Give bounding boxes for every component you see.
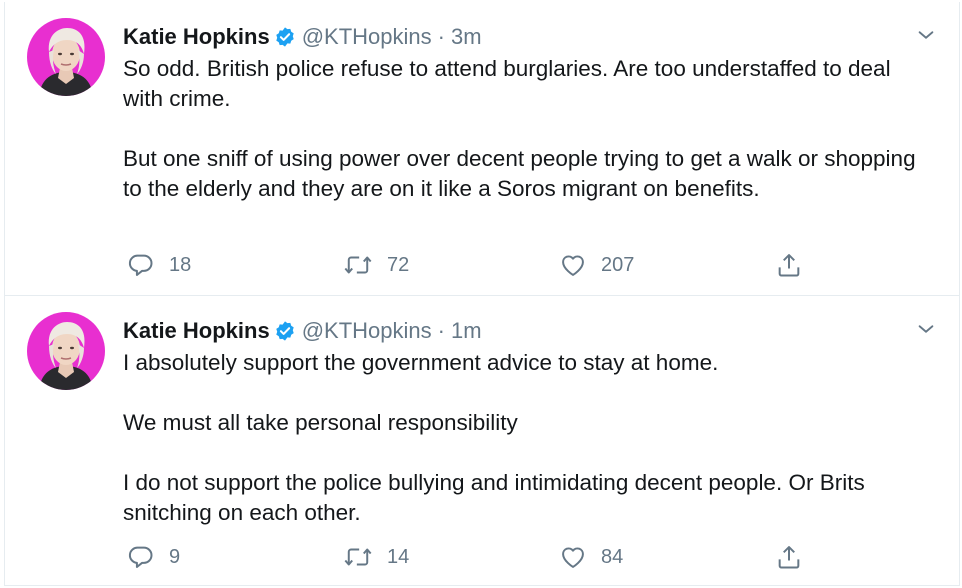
verified-badge-icon: [274, 320, 296, 350]
tweet-paragraph: So odd. British police refuse to attend …: [123, 56, 891, 111]
avatar[interactable]: [27, 18, 105, 96]
reply-icon: [127, 251, 155, 279]
tweet-header: Katie Hopkins @KTHopkins · 3m: [123, 22, 899, 52]
reply-count: 18: [169, 253, 192, 276]
tweet-text: I absolutely support the government advi…: [123, 348, 933, 528]
timestamp[interactable]: 1m: [451, 318, 482, 343]
tweet[interactable]: Katie Hopkins @KTHopkins · 1m I absolutely …: [5, 296, 959, 586]
chevron-down-icon[interactable]: [915, 318, 937, 340]
share-button[interactable]: [775, 540, 803, 574]
share-button[interactable]: [775, 248, 803, 282]
tweet-paragraph: I do not support the police bullying and…: [123, 470, 865, 525]
separator-dot: ·: [437, 24, 445, 49]
tweet-feed: Katie Hopkins @KTHopkins · 3m So odd. Briti…: [4, 2, 960, 586]
retweet-icon: [343, 251, 373, 279]
separator-dot: ·: [437, 318, 445, 343]
tweet-paragraph: We must all take personal responsibility: [123, 410, 518, 435]
retweet-icon: [343, 543, 373, 571]
reply-count: 9: [169, 545, 181, 568]
tweet[interactable]: Katie Hopkins @KTHopkins · 3m So odd. Briti…: [5, 2, 959, 296]
tweet-paragraph: I absolutely support the government advi…: [123, 350, 719, 375]
timestamp[interactable]: 3m: [451, 24, 482, 49]
retweet-count: 14: [387, 545, 410, 568]
tweet-actions: 18 72 207: [123, 248, 823, 282]
like-heart-icon: [559, 251, 587, 279]
retweet-button[interactable]: 72: [343, 248, 409, 282]
author-handle[interactable]: @KTHopkins: [302, 318, 432, 343]
reply-icon: [127, 543, 155, 571]
tweet-header: Katie Hopkins @KTHopkins · 1m: [123, 316, 899, 346]
chevron-down-icon[interactable]: [915, 24, 937, 46]
author-name[interactable]: Katie Hopkins: [123, 318, 270, 343]
tweet-actions: 9 14 84: [123, 540, 823, 574]
like-count: 207: [601, 253, 635, 276]
reply-button[interactable]: 18: [127, 248, 191, 282]
verified-badge-icon: [274, 26, 296, 56]
like-button[interactable]: 207: [559, 248, 634, 282]
tweet-paragraph: But one sniff of using power over decent…: [123, 146, 916, 201]
author-name[interactable]: Katie Hopkins: [123, 24, 270, 49]
tweet-text: So odd. British police refuse to attend …: [123, 54, 933, 204]
avatar[interactable]: [27, 312, 105, 390]
retweet-count: 72: [387, 253, 410, 276]
like-count: 84: [601, 545, 624, 568]
retweet-button[interactable]: 14: [343, 540, 409, 574]
like-button[interactable]: 84: [559, 540, 623, 574]
share-icon: [775, 543, 803, 571]
reply-button[interactable]: 9: [127, 540, 180, 574]
share-icon: [775, 251, 803, 279]
like-heart-icon: [559, 543, 587, 571]
author-handle[interactable]: @KTHopkins: [302, 24, 432, 49]
